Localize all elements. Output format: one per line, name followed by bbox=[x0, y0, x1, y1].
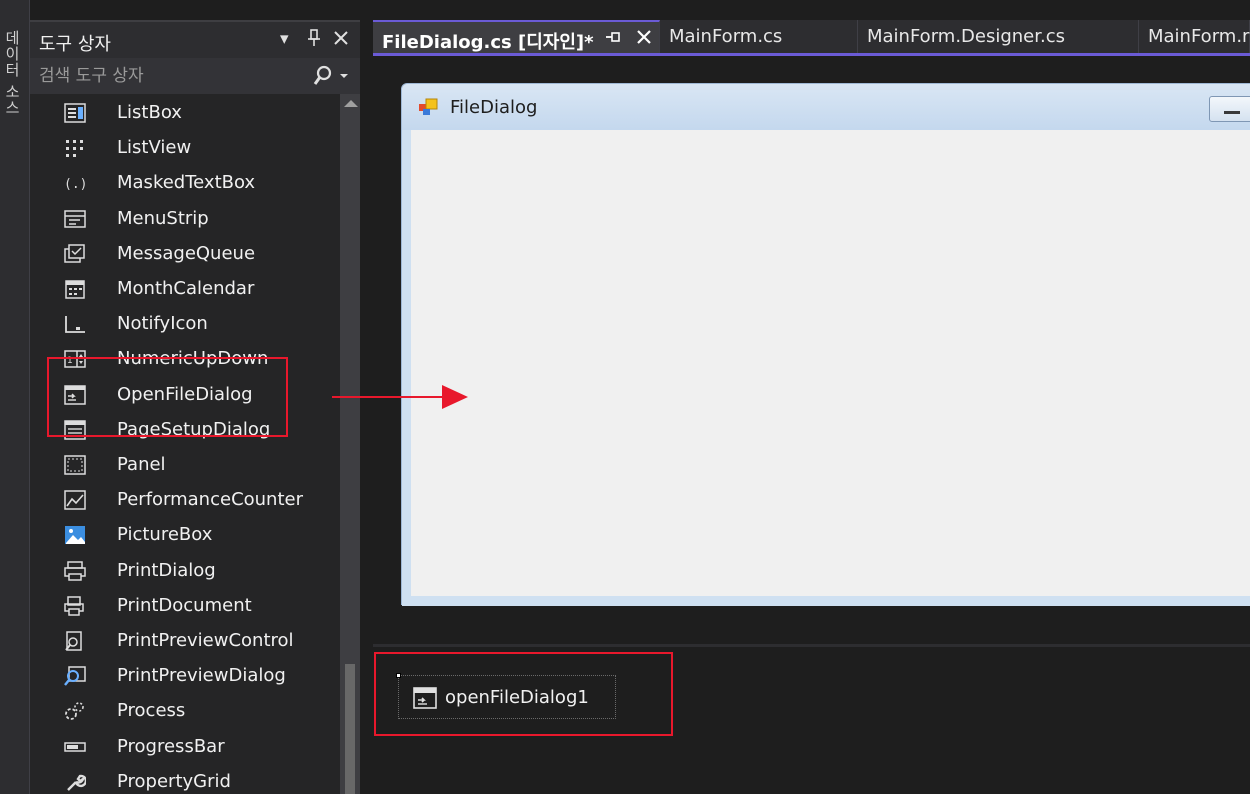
minimize-button[interactable] bbox=[1209, 96, 1250, 122]
tab-mainform-cs[interactable]: MainForm.cs bbox=[660, 20, 858, 53]
search-icon[interactable] bbox=[312, 64, 352, 88]
toolbox-item-label: MenuStrip bbox=[117, 207, 209, 229]
close-icon[interactable] bbox=[635, 28, 653, 51]
data-sources-strip: 데이터 소스 bbox=[0, 0, 30, 794]
process-icon bbox=[64, 701, 86, 721]
form-icon bbox=[418, 98, 438, 116]
toolbox-item-label: PrintPreviewDialog bbox=[117, 665, 286, 687]
scroll-thumb[interactable] bbox=[345, 664, 355, 794]
toolbox-item-printpreviewcontrol[interactable]: PrintPreviewControl bbox=[30, 624, 340, 659]
tab-label: FileDialog.cs [디자인]* bbox=[382, 32, 594, 53]
highlight-tray-component-box bbox=[374, 652, 673, 736]
propertygrid-icon bbox=[64, 772, 88, 792]
toolbox-item-label: PrintDocument bbox=[117, 594, 252, 616]
performancecounter-icon bbox=[64, 490, 86, 510]
printpreviewcontrol-icon bbox=[64, 631, 86, 651]
toolbox-item-list: ListBox ListView (.)- MaskedTextBox MenuStri… bbox=[30, 96, 340, 794]
minimize-icon bbox=[1224, 111, 1240, 114]
toolbox-search-bar bbox=[30, 58, 360, 94]
toolbox-item-label: PerformanceCounter bbox=[117, 489, 303, 511]
tab-mainform-designer-cs[interactable]: MainForm.Designer.cs bbox=[858, 20, 1139, 53]
toolbox-item-panel[interactable]: Panel bbox=[30, 448, 340, 483]
toolbox-item-menustrip[interactable]: MenuStrip bbox=[30, 202, 340, 237]
toolbox-item-label: MessageQueue bbox=[117, 242, 256, 264]
progressbar-icon bbox=[64, 737, 86, 757]
form-titlebar[interactable]: FileDialog bbox=[402, 84, 1250, 130]
listview-icon bbox=[64, 138, 86, 158]
toolbox-item-label: Panel bbox=[117, 454, 166, 475]
toolbox-item-label: ListView bbox=[117, 137, 192, 159]
tab-label: MainForm.Designer.cs bbox=[867, 26, 1065, 47]
tab-label: MainForm.r bbox=[1148, 26, 1250, 47]
tab-filedialog-design[interactable]: FileDialog.cs [디자인]* bbox=[373, 20, 660, 53]
designer-surface[interactable]: FileDialog bbox=[373, 56, 1250, 642]
close-icon[interactable] bbox=[332, 29, 350, 52]
tab-mainform-resx[interactable]: MainForm.r bbox=[1139, 20, 1250, 53]
notifyicon-icon bbox=[64, 314, 86, 334]
monthcalendar-icon bbox=[64, 279, 86, 299]
toolbox-item-monthcalendar[interactable]: MonthCalendar bbox=[30, 272, 340, 307]
toolbox-item-label: ProgressBar bbox=[117, 735, 225, 757]
messagequeue-icon bbox=[64, 244, 86, 264]
form-bottom-border bbox=[402, 596, 1250, 606]
printpreviewdialog-icon bbox=[64, 666, 86, 686]
toolbox-item-listview[interactable]: ListView bbox=[30, 131, 340, 166]
pin-icon[interactable] bbox=[306, 29, 322, 52]
maskedtextbox-icon: (.)- bbox=[64, 173, 95, 193]
toolbox-item-printpreviewdialog[interactable]: PrintPreviewDialog bbox=[30, 659, 340, 694]
data-sources-tab[interactable]: 데이터 소스 bbox=[2, 30, 23, 116]
toolbox-item-label: PropertyGrid bbox=[117, 770, 231, 792]
pin-icon[interactable] bbox=[605, 28, 621, 51]
toolbox-item-progressbar[interactable]: ProgressBar bbox=[30, 730, 340, 765]
form-title: FileDialog bbox=[450, 97, 538, 118]
highlight-openfiledialog-box bbox=[47, 357, 288, 437]
form-window[interactable]: FileDialog bbox=[401, 83, 1250, 606]
toolbox-item-label: PrintPreviewControl bbox=[117, 630, 294, 651]
menustrip-icon bbox=[64, 209, 86, 229]
toolbox-item-process[interactable]: Process bbox=[30, 694, 340, 729]
listbox-icon bbox=[64, 103, 86, 123]
toolbox-item-printdialog[interactable]: PrintDialog bbox=[30, 554, 340, 589]
toolbox-item-picturebox[interactable]: PictureBox bbox=[30, 518, 340, 553]
tab-label: MainForm.cs bbox=[669, 26, 783, 47]
panel-icon bbox=[64, 455, 86, 475]
toolbox-item-notifyicon[interactable]: NotifyIcon bbox=[30, 307, 340, 342]
printdialog-icon bbox=[64, 560, 86, 581]
toolbox-item-label: PrintDialog bbox=[117, 559, 216, 581]
toolbox-item-printdocument[interactable]: PrintDocument bbox=[30, 589, 340, 624]
scroll-up-arrow-icon[interactable] bbox=[344, 100, 358, 107]
toolbox-item-messagequeue[interactable]: MessageQueue bbox=[30, 237, 340, 272]
toolbox-header: 도구 상자 ▾ bbox=[30, 22, 360, 58]
search-input[interactable] bbox=[39, 64, 299, 88]
toolbox-item-listbox[interactable]: ListBox bbox=[30, 96, 340, 131]
toolbox-item-performancecounter[interactable]: PerformanceCounter bbox=[30, 483, 340, 518]
toolbox-item-label: MonthCalendar bbox=[117, 278, 255, 299]
toolbox-title: 도구 상자 bbox=[39, 34, 111, 55]
document-tab-strip: FileDialog.cs [디자인]* MainForm.cs MainFor… bbox=[373, 20, 1250, 56]
toolbox-item-label: ListBox bbox=[117, 102, 182, 123]
picturebox-icon bbox=[64, 525, 86, 545]
toolbox-item-maskedtextbox[interactable]: (.)- MaskedTextBox bbox=[30, 166, 340, 201]
toolbox-item-label: PictureBox bbox=[117, 524, 213, 546]
toolbox-item-label: NotifyIcon bbox=[117, 313, 208, 335]
annotation-arrow-icon bbox=[332, 385, 468, 409]
form-client-area[interactable] bbox=[411, 130, 1250, 596]
toolbox-scrollbar[interactable] bbox=[340, 94, 360, 794]
svg-text:(.)-: (.)- bbox=[64, 177, 86, 192]
dropdown-arrow-icon[interactable]: ▾ bbox=[280, 29, 289, 49]
toolbox-item-label: MaskedTextBox bbox=[117, 172, 256, 194]
toolbox-item-propertygrid[interactable]: PropertyGrid bbox=[30, 765, 340, 794]
toolbox-item-label: Process bbox=[117, 700, 186, 722]
printdocument-icon bbox=[64, 596, 86, 616]
